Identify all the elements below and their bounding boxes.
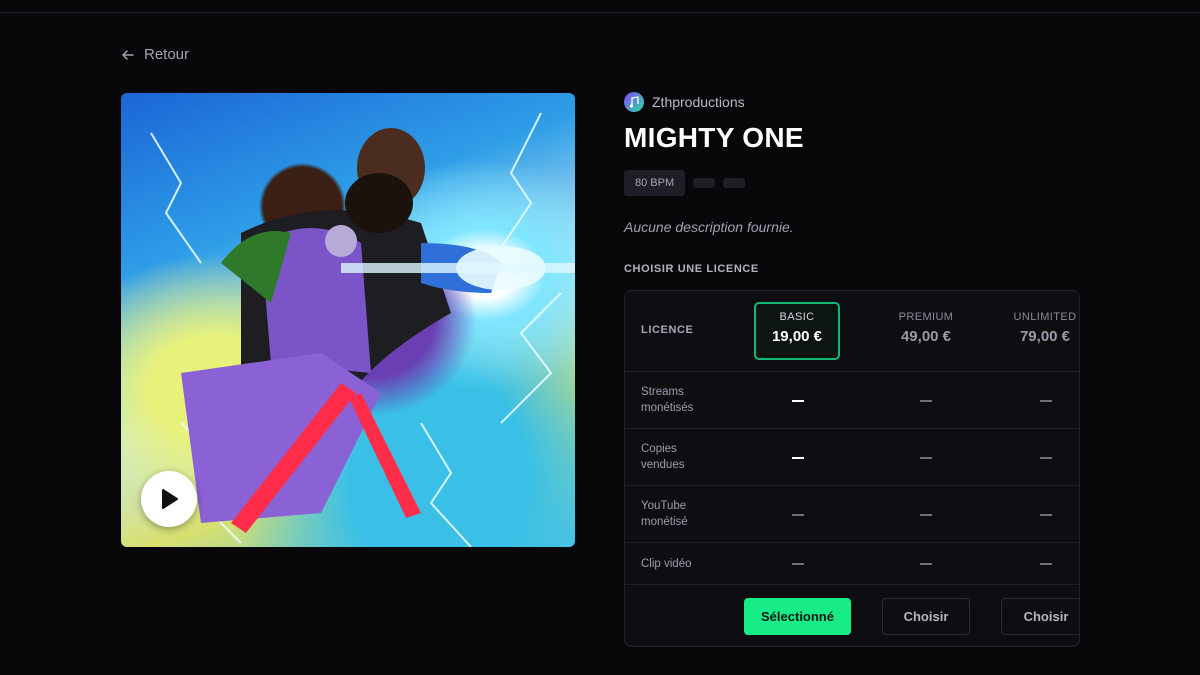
producer-name: Zthproductions xyxy=(652,94,745,110)
feature-value-basic xyxy=(792,400,804,402)
plan-price: 49,00 € xyxy=(900,328,952,345)
feature-label: Streams monétisés xyxy=(641,386,694,414)
feature-label: YouTube monétisé xyxy=(641,500,688,528)
producer-avatar xyxy=(624,92,644,112)
feature-row-copies: Copies vendues xyxy=(625,429,1079,486)
plan-name: PREMIUM xyxy=(898,311,954,323)
beat-description: Aucune description fournie. xyxy=(624,219,794,235)
bpm-tag: 80 BPM xyxy=(624,170,686,196)
feature-value-basic xyxy=(792,457,804,459)
feature-value-unlimited xyxy=(1040,457,1052,459)
feature-label: Clip vidéo xyxy=(641,558,692,570)
plan-price: 19,00 € xyxy=(771,328,823,345)
plan-name: BASIC xyxy=(779,311,815,323)
top-divider xyxy=(0,12,1200,13)
license-table-header: LICENCE BASIC 19,00 € PREMIUM 49,00 € UN… xyxy=(625,291,1079,372)
play-icon xyxy=(162,489,178,509)
music-note-icon xyxy=(629,96,639,108)
play-button[interactable] xyxy=(141,471,197,527)
feature-value-unlimited xyxy=(1040,514,1052,516)
license-actions: Sélectionné Choisir Choisir xyxy=(625,585,1079,646)
back-link[interactable]: Retour xyxy=(121,46,189,63)
feature-value-premium xyxy=(920,457,932,459)
arrow-left-icon xyxy=(122,49,134,60)
empty-tag xyxy=(693,178,716,188)
feature-value-basic xyxy=(792,563,804,565)
feature-value-basic xyxy=(792,514,804,516)
license-header-label: LICENCE xyxy=(641,324,694,336)
plan-unlimited[interactable]: UNLIMITED 79,00 € xyxy=(1002,302,1079,360)
feature-value-unlimited xyxy=(1040,563,1052,565)
feature-value-unlimited xyxy=(1040,400,1052,402)
feature-row-clip: Clip vidéo xyxy=(625,543,1079,585)
license-table: LICENCE BASIC 19,00 € PREMIUM 49,00 € UN… xyxy=(624,290,1080,647)
license-section-label: CHOISIR UNE LICENCE xyxy=(624,263,759,275)
plan-name: UNLIMITED xyxy=(1013,311,1077,323)
selected-basic-button[interactable]: Sélectionné xyxy=(744,598,851,635)
plan-premium[interactable]: PREMIUM 49,00 € xyxy=(883,302,969,360)
feature-label: Copies vendues xyxy=(641,443,685,471)
feature-value-premium xyxy=(920,514,932,516)
feature-row-streams: Streams monétisés xyxy=(625,372,1079,429)
back-label: Retour xyxy=(144,46,190,63)
plan-basic[interactable]: BASIC 19,00 € xyxy=(754,302,840,360)
choose-unlimited-button[interactable]: Choisir xyxy=(1001,598,1079,635)
feature-value-premium xyxy=(920,400,932,402)
beat-tags: 80 BPM xyxy=(624,170,746,196)
producer-link[interactable]: Zthproductions xyxy=(624,92,745,112)
feature-row-youtube: YouTube monétisé xyxy=(625,486,1079,543)
beat-title: MIGHTY ONE xyxy=(624,122,804,153)
plan-price: 79,00 € xyxy=(1019,328,1071,345)
feature-value-premium xyxy=(920,563,932,565)
empty-tag xyxy=(723,178,746,188)
choose-premium-button[interactable]: Choisir xyxy=(882,598,970,635)
